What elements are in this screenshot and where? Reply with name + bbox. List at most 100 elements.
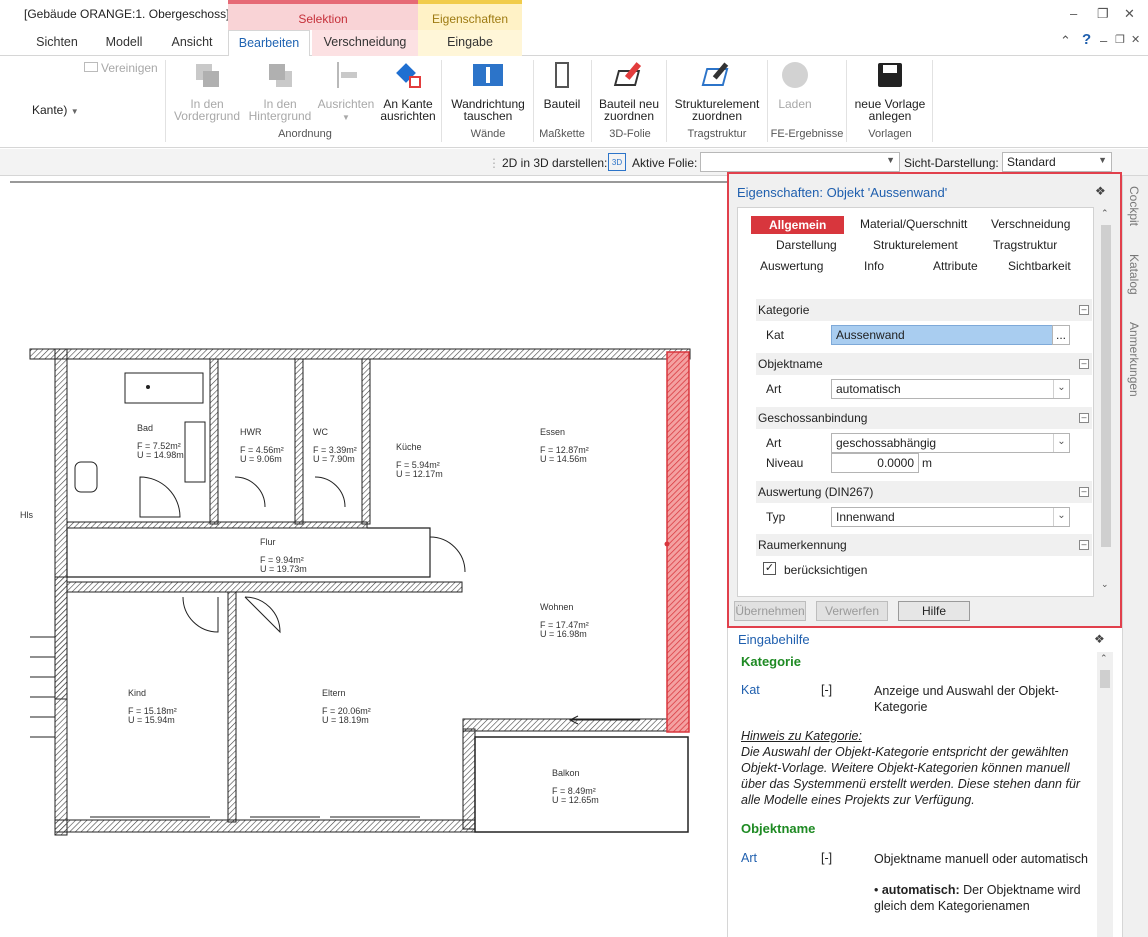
collapse-ribbon-icon[interactable]: ⌃ xyxy=(1060,33,1071,49)
3d-toggle-icon[interactable]: 3D xyxy=(608,153,626,171)
tab-strukturelement[interactable]: Strukturelement xyxy=(873,238,958,252)
tab-info[interactable]: Info xyxy=(864,259,884,273)
help-heading-objektname: Objektname xyxy=(741,821,816,836)
room-perimeter: U = 19.73m xyxy=(260,564,307,574)
kat-field[interactable]: Aussenwand xyxy=(831,325,1053,345)
section-geschossanbindung[interactable]: Geschossanbindung – xyxy=(756,407,1092,429)
doc-close-icon[interactable]: ✕ xyxy=(1131,33,1140,46)
collapse-icon[interactable]: – xyxy=(1079,305,1089,315)
kante-dropdown[interactable]: Kante) ▼ xyxy=(32,104,79,118)
aktive-folie-select[interactable]: ▼ xyxy=(700,152,900,172)
typ-select[interactable]: Innenwand ⌄ xyxy=(831,507,1070,527)
kat-value: Aussenwand xyxy=(836,328,905,342)
tab-darstellung[interactable]: Darstellung xyxy=(776,238,837,252)
scroll-thumb[interactable] xyxy=(1101,225,1111,547)
niveau-input[interactable]: 0.0000 xyxy=(831,453,919,473)
tab-material[interactable]: Material/Querschnitt xyxy=(860,217,967,231)
scroll-down-icon[interactable]: ⌄ xyxy=(1101,579,1109,590)
collapse-icon[interactable]: – xyxy=(1079,487,1089,497)
label-aktive-folie: Aktive Folie: xyxy=(632,156,698,170)
tab-verschneidung[interactable]: Verschneidung xyxy=(991,217,1070,231)
tab-tragstruktur[interactable]: Tragstruktur xyxy=(993,238,1057,252)
group-separator xyxy=(767,60,768,142)
minimize-icon[interactable]: – xyxy=(1070,6,1077,21)
kat-browse-button[interactable]: ... xyxy=(1052,325,1070,345)
pin-icon[interactable]: ❖ xyxy=(1094,632,1105,646)
side-tab-anmerkungen[interactable]: Anmerkungen xyxy=(1127,322,1141,397)
doc-restore-icon[interactable]: ❐ xyxy=(1115,33,1125,46)
help-bullet-bold: automatisch: xyxy=(881,883,960,897)
section-auswertung[interactable]: Auswertung (DIN267) – xyxy=(756,481,1092,503)
collapse-icon[interactable]: – xyxy=(1079,540,1089,550)
collapse-icon[interactable]: – xyxy=(1079,413,1089,423)
bring-to-front-icon xyxy=(192,60,222,90)
tab-auswertung[interactable]: Auswertung xyxy=(760,259,823,273)
align-icon xyxy=(331,60,361,90)
floor-plan-canvas[interactable]: Bad F = 7.52m² U = 14.98m HWR F = 4.56m² U =… xyxy=(0,177,727,937)
vereinigen-button[interactable]: Vereinigen xyxy=(84,62,158,74)
properties-scrollbar[interactable]: ⌃ ⌄ xyxy=(1098,207,1114,597)
an-kante-button[interactable]: An Kante ausrichten xyxy=(378,60,438,122)
label-sicht-darstellung: Sicht-Darstellung: xyxy=(904,156,999,170)
bauteil-neu-button[interactable]: Bauteil neu zuordnen xyxy=(596,60,662,122)
bauteil-button[interactable]: Bauteil xyxy=(538,60,586,110)
room-name: Küche xyxy=(396,442,422,452)
uebernehmen-button[interactable]: Übernehmen xyxy=(734,601,806,621)
tab-allgemein[interactable]: Allgemein xyxy=(751,216,845,234)
pin-icon[interactable]: ❖ xyxy=(1095,184,1106,198)
geschoss-art-select[interactable]: geschossabhängig ⌄ xyxy=(831,433,1070,453)
tab-ansicht[interactable]: Ansicht xyxy=(161,30,223,56)
help-key-art: Art xyxy=(741,851,757,865)
section-objektname[interactable]: Objektname – xyxy=(756,353,1092,375)
room-name: Bad xyxy=(137,423,154,433)
scroll-thumb[interactable] xyxy=(1100,670,1110,688)
typ-value: Innenwand xyxy=(836,510,895,524)
room-label: Balkon F = 8.49m² U = 12.65m xyxy=(552,769,599,805)
help-scrollbar[interactable]: ⌃ xyxy=(1097,652,1113,937)
vordergrund-button[interactable]: In den Vordergrund xyxy=(172,60,242,122)
group-label-3d-folie: 3D-Folie xyxy=(609,128,651,140)
sicht-darstellung-select[interactable]: Standard ▼ xyxy=(1002,152,1112,172)
align-to-edge-icon xyxy=(393,60,423,90)
tab-eingabe[interactable]: Eingabe xyxy=(418,30,522,56)
close-icon[interactable]: ✕ xyxy=(1124,6,1135,22)
typ-label: Typ xyxy=(766,510,786,524)
collapse-icon[interactable]: – xyxy=(1079,359,1089,369)
selected-wall[interactable] xyxy=(666,351,690,733)
group-separator xyxy=(165,60,166,142)
scroll-up-icon[interactable]: ⌃ xyxy=(1100,653,1108,664)
restore-icon[interactable]: ❐ xyxy=(1097,6,1109,22)
section-raumerkennung[interactable]: Raumerkennung – xyxy=(756,534,1092,556)
room-label: Hls xyxy=(20,511,33,520)
help-icon[interactable]: ? xyxy=(1082,31,1091,48)
tab-bearbeiten[interactable]: Bearbeiten xyxy=(228,30,310,57)
doc-minimize-icon[interactable]: – xyxy=(1100,33,1107,48)
verwerfen-button[interactable]: Verwerfen xyxy=(816,601,888,621)
hilfe-button[interactable]: Hilfe xyxy=(898,601,970,621)
hintergrund-label-2: Hintergrund xyxy=(248,109,312,123)
side-tab-cockpit[interactable]: Cockpit xyxy=(1127,186,1141,226)
scroll-up-icon[interactable]: ⌃ xyxy=(1101,208,1109,219)
tab-verschneidung[interactable]: Verschneidung xyxy=(312,30,418,56)
laden-button[interactable]: Laden xyxy=(772,60,818,110)
section-kategorie[interactable]: Kategorie – xyxy=(756,299,1092,321)
properties-panel: Eigenschaften: Objekt 'Aussenwand' ❖ All… xyxy=(727,172,1122,628)
tab-modell[interactable]: Modell xyxy=(94,30,154,56)
label-2d-in-3d: 2D in 3D darstellen: xyxy=(502,156,608,170)
help-panel: Eingabehilfe ❖ Kategorie Kat [-] Anzeige… xyxy=(727,628,1122,937)
ausrichten-label: Ausrichten xyxy=(317,97,375,111)
room-perimeter: U = 18.19m xyxy=(322,715,369,725)
floor-plan-drawing xyxy=(10,181,727,836)
neue-vorlage-button[interactable]: neue Vorlage anlegen xyxy=(852,60,928,122)
hintergrund-button[interactable]: In den Hintergrund xyxy=(245,60,315,122)
side-tab-katalog[interactable]: Katalog xyxy=(1127,254,1141,295)
tab-sichtbarkeit[interactable]: Sichtbarkeit xyxy=(1008,259,1071,273)
tab-sichten[interactable]: Sichten xyxy=(27,30,87,56)
strukturelement-button[interactable]: Strukturelement zuordnen xyxy=(670,60,764,122)
tab-attribute[interactable]: Attribute xyxy=(933,259,978,273)
checkbox-checked-icon[interactable]: ✓ xyxy=(763,562,776,575)
ausrichten-button[interactable]: Ausrichten ▼ xyxy=(313,60,379,124)
room-label: Essen F = 12.87m² U = 14.56m xyxy=(540,428,589,464)
wandrichtung-button[interactable]: Wandrichtung tauschen xyxy=(447,60,529,122)
objektname-art-select[interactable]: automatisch ⌄ xyxy=(831,379,1070,399)
